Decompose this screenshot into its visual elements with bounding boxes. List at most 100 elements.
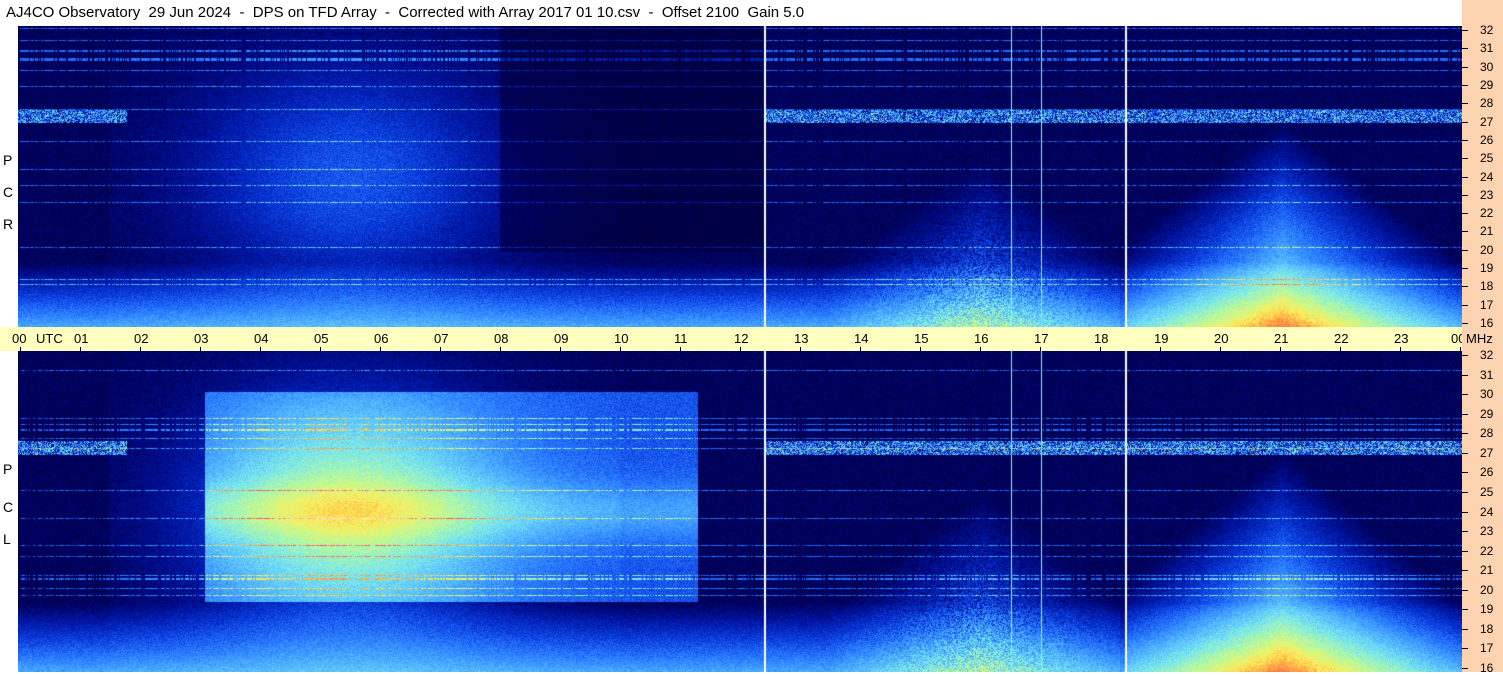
freq-tick-mark (1462, 609, 1468, 611)
time-tick-label: 17 (1034, 331, 1049, 346)
freq-tick-label: 24 (1480, 504, 1494, 519)
lcp-label-strip: L C P (0, 351, 18, 672)
freq-tick-label: 21 (1480, 563, 1494, 578)
time-tick-label: MHz (1466, 331, 1493, 346)
freq-tick-mark (1462, 158, 1468, 160)
freq-tick-mark (1462, 355, 1468, 356)
freq-tick-label: 27 (1480, 114, 1494, 129)
freq-tick-mark (1462, 304, 1468, 306)
freq-tick-label: 21 (1480, 224, 1494, 239)
pol-label-p: P (3, 152, 13, 168)
freq-tick-label: 17 (1480, 297, 1494, 312)
freq-tick-mark (1462, 176, 1468, 178)
time-tick-label: 09 (554, 331, 569, 346)
time-tick-label: 01 (74, 331, 89, 346)
time-tick-label: 08 (494, 331, 509, 346)
pol-label-r: R (3, 216, 14, 232)
freq-tick-label: 16 (1480, 661, 1494, 675)
freq-tick-label: 26 (1480, 132, 1494, 147)
freq-tick-label: 23 (1480, 187, 1494, 202)
pol-label-c: C (3, 184, 14, 200)
freq-tick-mark (1462, 194, 1468, 196)
pol-label-c2: C (3, 499, 14, 515)
time-tick-label: 00 (12, 331, 27, 346)
time-tick-label: 04 (254, 331, 269, 346)
freq-tick-mark (1462, 511, 1468, 513)
freq-tick-mark (1462, 531, 1468, 533)
freq-tick-mark (1462, 550, 1468, 552)
time-tick-label: 11 (674, 331, 688, 346)
freq-tick-mark (1462, 452, 1468, 454)
freq-tick-label: 22 (1480, 206, 1494, 221)
rcp-spectrogram (18, 26, 1462, 327)
time-tick-label: 18 (1094, 331, 1109, 346)
freq-tick-label: 30 (1480, 387, 1494, 402)
pol-label-p2: P (3, 461, 13, 477)
freq-tick-mark (1462, 48, 1468, 50)
time-tick-label: 22 (1334, 331, 1349, 346)
freq-tick-mark (1462, 231, 1468, 233)
freq-tick-label: 26 (1480, 465, 1494, 480)
time-tick-label: 23 (1394, 331, 1409, 346)
freq-tick-label: 31 (1480, 41, 1494, 56)
time-tick-label: 02 (134, 331, 149, 346)
freq-tick-mark (1462, 30, 1468, 31)
freq-tick-label: 17 (1480, 641, 1494, 656)
freq-tick-mark (1462, 589, 1468, 591)
time-tick-label: 06 (374, 331, 389, 346)
time-tick-label: 13 (794, 331, 809, 346)
freq-tick-label: 31 (1480, 367, 1494, 382)
freq-tick-label: 29 (1480, 406, 1494, 421)
freq-axis-top: 32 31 30 29 28 27 26 25 24 23 22 21 20 19 18 17 16 (1462, 23, 1503, 329)
time-tick-label: UTC (36, 331, 63, 346)
time-tick-label: 14 (854, 331, 869, 346)
time-tick-label: 16 (974, 331, 989, 346)
freq-tick-mark (1462, 628, 1468, 630)
freq-tick-mark (1462, 84, 1468, 86)
freq-tick-mark (1462, 491, 1468, 493)
freq-tick-mark (1462, 66, 1468, 68)
freq-tick-mark (1462, 323, 1468, 324)
time-axis: 00 UTC 01 02 03 04 05 06 07 08 09 10 11 12 13 14 15 16 17 1… (0, 327, 1465, 351)
freq-tick-label: 32 (1480, 23, 1494, 37)
freq-tick-label: 29 (1480, 77, 1494, 92)
freq-tick-label: 18 (1480, 279, 1494, 294)
freq-tick-mark (1462, 121, 1468, 123)
freq-tick-mark (1462, 249, 1468, 251)
freq-tick-mark (1462, 213, 1468, 215)
lcp-spectrogram (18, 351, 1462, 672)
freq-tick-label: 30 (1480, 59, 1494, 74)
freq-tick-label: 28 (1480, 96, 1494, 111)
time-tick-label: 21 (1274, 331, 1289, 346)
freq-tick-mark (1462, 413, 1468, 415)
time-tick-label: 10 (614, 331, 629, 346)
freq-tick-label: 20 (1480, 242, 1494, 257)
freq-tick-mark (1462, 139, 1468, 141)
freq-tick-mark (1462, 286, 1468, 288)
freq-tick-mark (1462, 103, 1468, 105)
freq-tick-label: 25 (1480, 484, 1494, 499)
freq-tick-label: 18 (1480, 621, 1494, 636)
time-tick-label: 19 (1154, 331, 1169, 346)
pol-label-l: L (3, 531, 11, 547)
freq-axis-bottom: 32 31 30 29 28 27 26 25 24 23 22 21 20 19 18 17 16 (1462, 349, 1503, 675)
freq-tick-mark (1462, 570, 1468, 572)
chart-title: AJ4CO Observatory 29 Jun 2024 - DPS on T… (0, 0, 1462, 26)
freq-tick-label: 19 (1480, 602, 1494, 617)
freq-tick-label: 27 (1480, 445, 1494, 460)
freq-tick-label: 23 (1480, 524, 1494, 539)
freq-tick-label: 19 (1480, 261, 1494, 276)
time-tick-label: 12 (734, 331, 749, 346)
freq-tick-mark (1462, 472, 1468, 474)
freq-tick-label: 24 (1480, 169, 1494, 184)
time-tick-label: 20 (1214, 331, 1229, 346)
freq-tick-mark (1462, 433, 1468, 435)
freq-tick-label: 22 (1480, 543, 1494, 558)
time-tick-label: 03 (194, 331, 209, 346)
time-tick-label: 15 (914, 331, 929, 346)
freq-tick-mark (1462, 374, 1468, 376)
freq-tick-mark (1462, 648, 1468, 650)
time-tick-label: 05 (314, 331, 329, 346)
time-tick-label: 07 (434, 331, 449, 346)
freq-tick-mark (1462, 268, 1468, 270)
